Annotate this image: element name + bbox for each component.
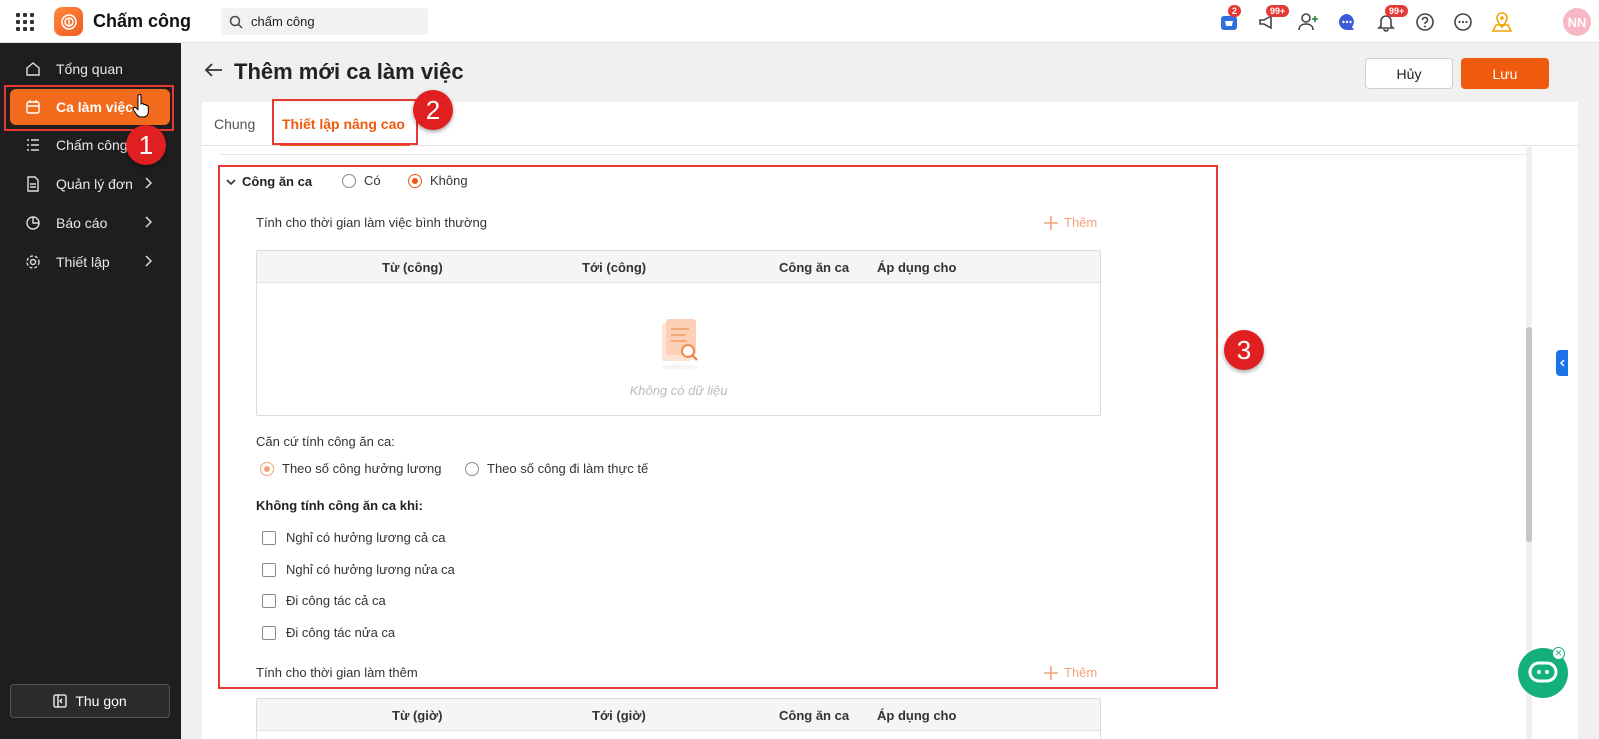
cart-badge: 2 [1228, 5, 1242, 17]
search-input[interactable] [251, 14, 411, 29]
close-icon[interactable]: ✕ [1552, 647, 1565, 660]
side-panel-toggle[interactable] [1556, 350, 1568, 376]
chevron-right-icon [145, 177, 152, 189]
app-grid-icon[interactable] [16, 13, 34, 31]
table-header: Từ (giờ) Tới (giờ) Công ăn ca Áp dụng ch… [257, 699, 1100, 731]
annotation-marker-1: 1 [126, 125, 166, 165]
annotation-box-1 [4, 85, 174, 131]
tab-general[interactable]: Chung [214, 116, 255, 132]
collapse-button[interactable]: Thu gọn [10, 684, 170, 718]
col-to: Tới (giờ) [592, 708, 646, 723]
location-icon[interactable] [1491, 11, 1513, 33]
overtime-table: Từ (giờ) Tới (giờ) Công ăn ca Áp dụng ch… [256, 698, 1101, 739]
collapse-label: Thu gọn [75, 693, 127, 709]
app-name: Chấm công [93, 11, 192, 31]
sidebar-item-settings[interactable]: Thiết lập [10, 244, 170, 280]
sidebar-item-label: Chấm công [56, 137, 128, 153]
sidebar-item-overview[interactable]: Tổng quan [10, 51, 170, 87]
pie-chart-icon [24, 214, 42, 232]
page-title: Thêm mới ca làm việc [234, 59, 464, 84]
bell-icon[interactable]: 99+ [1375, 5, 1409, 33]
chatbot-icon [1528, 661, 1558, 683]
more-icon[interactable] [1452, 11, 1474, 33]
checklist-icon [24, 136, 42, 154]
help-icon[interactable] [1414, 11, 1436, 33]
search-box[interactable] [221, 8, 428, 35]
col-from: Từ (giờ) [392, 708, 443, 723]
chat-icon[interactable] [1336, 11, 1358, 33]
annotation-box-2 [272, 99, 418, 145]
col-meal-credit: Công ăn ca [779, 708, 850, 723]
annotation-marker-3: 3 [1224, 330, 1264, 370]
sidebar-item-label: Thiết lập [56, 254, 110, 270]
sidebar-item-requests[interactable]: Quản lý đơn [10, 166, 170, 202]
document-icon [24, 175, 42, 193]
chevron-left-icon [1560, 359, 1565, 367]
sidebar-item-label: Quản lý đơn [56, 176, 133, 192]
chevron-right-icon [145, 216, 152, 228]
cart-icon[interactable]: 2 [1218, 5, 1242, 33]
add-user-icon[interactable] [1297, 11, 1319, 33]
app-logo [54, 7, 83, 36]
scrollbar-thumb[interactable] [1526, 327, 1532, 542]
announcement-badge: 99+ [1266, 5, 1290, 17]
sidebar-item-reports[interactable]: Báo cáo [10, 205, 170, 241]
save-button[interactable]: Lưu [1461, 58, 1549, 89]
annotation-marker-2: 2 [413, 90, 453, 130]
collapse-icon [53, 694, 67, 708]
page-header: Thêm mới ca làm việc Hủy Lưu [181, 43, 1599, 101]
gear-icon [24, 253, 42, 271]
search-icon [229, 15, 243, 29]
sidebar-item-label: Tổng quan [56, 61, 123, 77]
announcement-icon[interactable]: 99+ [1256, 5, 1290, 33]
sidebar-item-label: Báo cáo [56, 215, 108, 231]
annotation-box-3 [218, 165, 1218, 689]
back-arrow-icon[interactable] [205, 63, 223, 77]
avatar[interactable]: NN [1563, 8, 1591, 36]
notification-badge: 99+ [1385, 5, 1409, 17]
top-bar: Chấm công 2 99+ 99+ NN [0, 0, 1599, 43]
col-apply-to: Áp dụng cho [877, 708, 957, 723]
home-icon [24, 60, 42, 78]
chevron-right-icon [145, 255, 152, 267]
cancel-button[interactable]: Hủy [1365, 58, 1453, 89]
